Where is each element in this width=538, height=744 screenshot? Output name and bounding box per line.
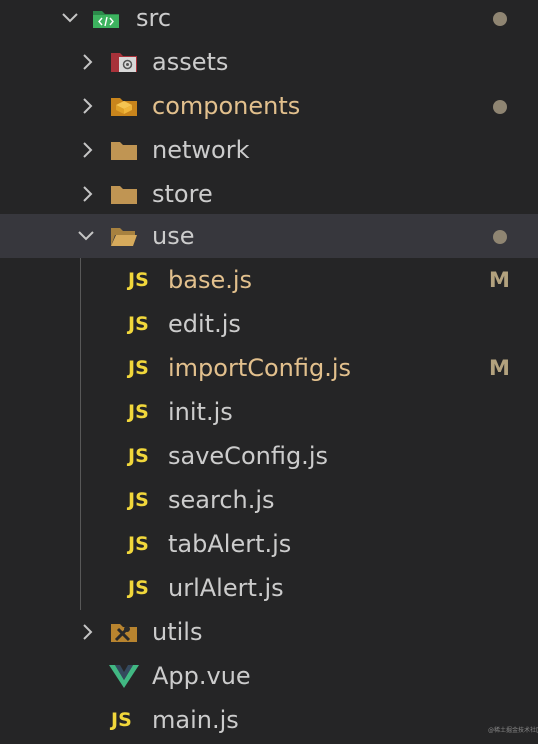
tree-item-label: main.js (152, 706, 239, 734)
modified-dot (493, 100, 507, 114)
tree-item-label: network (152, 136, 250, 164)
tree-item-main-js[interactable]: JS main.js (0, 698, 538, 742)
tree-item-components[interactable]: components (0, 84, 538, 128)
chevron-down-icon[interactable] (76, 226, 96, 246)
vue-icon (109, 665, 139, 688)
js-file-icon: JS (128, 577, 149, 599)
tree-item-label: tabAlert.js (168, 530, 292, 558)
js-file-icon: JS (128, 313, 149, 335)
js-file-icon: JS (128, 269, 149, 291)
file-explorer-tree: src assets components network store use … (0, 0, 538, 744)
chevron-right-icon[interactable] (78, 622, 98, 642)
tree-item-label: base.js (168, 266, 253, 294)
tree-item-label: components (152, 92, 301, 120)
chevron-right-icon[interactable] (78, 52, 98, 72)
tree-item-label: assets (152, 48, 229, 76)
js-file-icon: JS (128, 489, 149, 511)
tree-item-label: src (136, 4, 172, 32)
tree-item-network[interactable]: network (0, 128, 538, 172)
tree-item-label: App.vue (152, 662, 251, 690)
tree-item-file[interactable]: JS edit.js (0, 302, 538, 346)
js-file-icon: JS (128, 401, 149, 423)
js-file-icon: JS (128, 445, 149, 467)
tree-item-file[interactable]: JS saveConfig.js (0, 434, 538, 478)
tree-item-store[interactable]: store (0, 172, 538, 216)
tree-item-file[interactable]: JS init.js (0, 390, 538, 434)
assets-folder-icon (111, 53, 137, 72)
tree-item-utils[interactable]: utils (0, 610, 538, 654)
chevron-right-icon[interactable] (78, 184, 98, 204)
folder-icon (111, 142, 137, 160)
folder-icon (111, 186, 137, 204)
tree-item-file[interactable]: JS search.js (0, 478, 538, 522)
tree-item-label: use (152, 222, 195, 250)
chevron-right-icon[interactable] (78, 140, 98, 160)
folder-open-icon (111, 228, 137, 246)
tree-item-label: urlAlert.js (168, 574, 284, 602)
chevron-down-icon[interactable] (60, 8, 80, 28)
tree-item-assets[interactable]: assets (0, 40, 538, 84)
tree-item-label: search.js (168, 486, 275, 514)
tree-item-label: store (152, 180, 213, 208)
components-folder-icon (111, 98, 137, 116)
tree-item-file[interactable]: JS base.js M (0, 258, 538, 302)
src-folder-icon (93, 11, 119, 28)
tree-item-use[interactable]: use (0, 214, 538, 258)
git-modified-badge: M (489, 356, 510, 380)
chevron-right-icon[interactable] (78, 96, 98, 116)
js-file-icon: JS (128, 357, 149, 379)
modified-dot (493, 12, 507, 26)
tree-item-label: edit.js (168, 310, 241, 338)
watermark: @稀土掘金技术社区 (488, 727, 538, 734)
js-file-icon: JS (111, 709, 132, 731)
git-modified-badge: M (489, 268, 510, 292)
tree-item-src[interactable]: src (0, 0, 538, 40)
tree-item-label: init.js (168, 398, 233, 426)
tree-item-file[interactable]: JS importConfig.js M (0, 346, 538, 390)
tree-item-label: importConfig.js (168, 354, 352, 382)
js-file-icon: JS (128, 533, 149, 555)
tree-item-file[interactable]: JS tabAlert.js (0, 522, 538, 566)
tree-item-label: utils (152, 618, 203, 646)
tree-item-file[interactable]: JS urlAlert.js (0, 566, 538, 610)
utils-folder-icon (111, 624, 137, 642)
modified-dot (493, 230, 507, 244)
tree-item-label: saveConfig.js (168, 442, 328, 470)
tree-item-app-vue[interactable]: App.vue (0, 654, 538, 698)
